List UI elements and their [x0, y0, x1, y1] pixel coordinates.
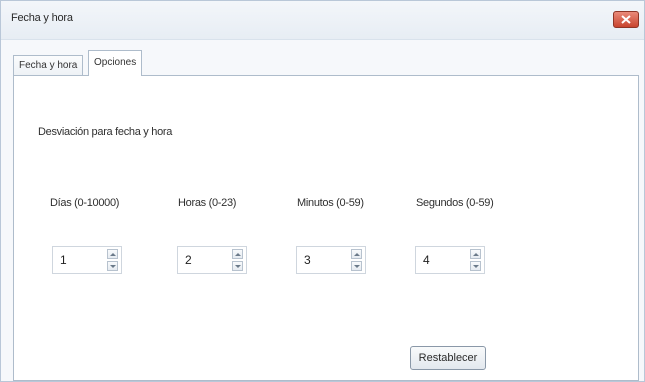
close-button[interactable] — [613, 11, 639, 28]
window-title: Fecha y hora — [11, 12, 73, 24]
hours-value[interactable]: 2 — [185, 253, 192, 267]
days-decrement-button[interactable] — [107, 261, 118, 271]
reset-button[interactable]: Restablecer — [410, 346, 486, 370]
section-label: Desviación para fecha y hora — [38, 126, 173, 138]
days-label: Días (0-10000) — [50, 197, 120, 209]
chevron-up-icon — [354, 253, 360, 256]
close-icon — [621, 15, 631, 24]
chevron-down-icon — [354, 265, 360, 268]
minutes-label: Minutos (0-59) — [297, 197, 364, 209]
days-value[interactable]: 1 — [60, 253, 67, 267]
seconds-stepper[interactable]: 4 — [415, 246, 485, 274]
dialog-window: Fecha y hora Fecha y hora Opciones Desvi… — [0, 0, 645, 382]
tab-fecha-y-hora[interactable]: Fecha y hora — [13, 55, 84, 75]
seconds-decrement-button[interactable] — [470, 261, 481, 271]
hours-increment-button[interactable] — [232, 249, 243, 259]
title-bar[interactable]: Fecha y hora — [1, 1, 644, 40]
minutes-decrement-button[interactable] — [351, 261, 362, 271]
hours-label: Horas (0-23) — [178, 197, 237, 209]
options-panel: Desviación para fecha y hora Días (0-100… — [13, 75, 639, 381]
chevron-down-icon — [235, 265, 241, 268]
tab-opciones[interactable]: Opciones — [88, 50, 143, 76]
minutes-value[interactable]: 3 — [304, 253, 311, 267]
chevron-up-icon — [110, 253, 116, 256]
hours-stepper[interactable]: 2 — [177, 246, 247, 274]
chevron-up-icon — [473, 253, 479, 256]
chevron-up-icon — [235, 253, 241, 256]
chevron-down-icon — [473, 265, 479, 268]
days-increment-button[interactable] — [107, 249, 118, 259]
minutes-increment-button[interactable] — [351, 249, 362, 259]
seconds-value[interactable]: 4 — [423, 253, 430, 267]
hours-decrement-button[interactable] — [232, 261, 243, 271]
seconds-increment-button[interactable] — [470, 249, 481, 259]
seconds-label: Segundos (0-59) — [416, 197, 494, 209]
chevron-down-icon — [110, 265, 116, 268]
minutes-stepper[interactable]: 3 — [296, 246, 366, 274]
days-stepper[interactable]: 1 — [52, 246, 122, 274]
